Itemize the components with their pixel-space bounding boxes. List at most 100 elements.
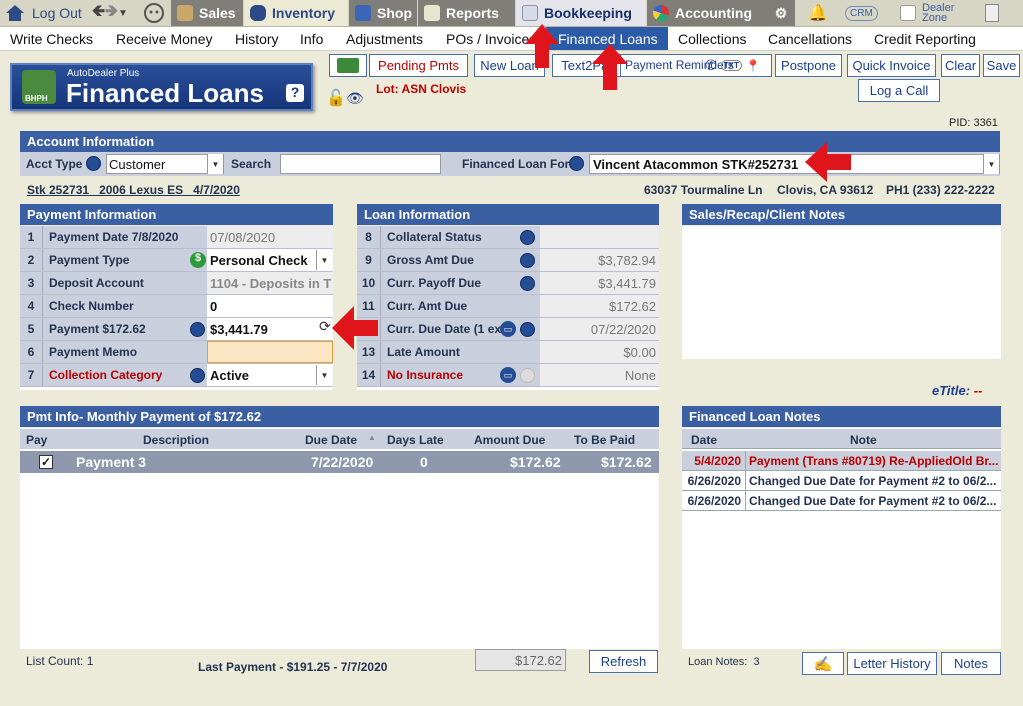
subnav-receive-money[interactable]: Receive Money — [116, 31, 213, 47]
pending-pmts-button[interactable]: Pending Pmts — [369, 54, 468, 77]
loan-notes-header: Financed Loan Notes — [682, 406, 1001, 427]
collateral-link-icon[interactable] — [520, 230, 535, 245]
print-icon[interactable]: ▭ — [500, 367, 516, 383]
payment-type-select[interactable]: Personal Check — [207, 249, 333, 271]
subnav-collections[interactable]: Collections — [678, 31, 746, 47]
collection-category-link-icon[interactable] — [190, 368, 205, 383]
nav-shop[interactable]: Shop — [349, 0, 417, 26]
payment-date-row: 1 Payment Date 7/8/2020 07/08/2020 — [20, 226, 333, 249]
calculator-icon[interactable] — [985, 0, 1005, 26]
print-icon[interactable]: ▭ — [500, 321, 516, 337]
postpone-button[interactable]: Postpone — [775, 54, 842, 77]
book-icon — [522, 5, 538, 21]
quick-invoice-button[interactable]: Quick Invoice — [847, 54, 936, 77]
subnav-history[interactable]: History — [235, 31, 279, 47]
pay-checkbox[interactable]: ✓ — [39, 455, 53, 469]
nav-accounting[interactable]: Accounting — [647, 0, 767, 26]
table-row[interactable]: ✓ Payment 3 7/22/2020 0 $172.62 $172.62 — [20, 451, 659, 473]
vehicle-link[interactable]: Stk 252731 2006 Lexus ES 4/7/2020 — [27, 183, 240, 197]
save-button[interactable]: Save — [983, 54, 1020, 77]
col-to-be-paid[interactable]: To Be Paid — [574, 433, 635, 447]
search-input[interactable] — [280, 154, 441, 174]
app-title-banner: BHPH AutoDealer Plus Financed Loans ? — [10, 63, 313, 111]
check-number-input[interactable]: 0 — [207, 295, 333, 317]
financed-loan-for-select[interactable]: Vincent Atacommon STK#252731 ▼ — [589, 154, 1000, 174]
signature-button[interactable]: ✍ — [802, 652, 844, 675]
subnav-adjustments[interactable]: Adjustments — [346, 31, 423, 47]
chevron-down-icon[interactable]: ▼ — [118, 8, 128, 19]
pid-label: PID: 3361 — [949, 117, 998, 129]
chevron-down-icon: ▼ — [316, 250, 332, 270]
deposit-account-field[interactable]: 1104 - Deposits in T — [207, 272, 333, 294]
table-row[interactable]: 6/26/2020 Changed Due Date for Payment #… — [682, 471, 1001, 491]
sales-person-icon — [177, 5, 193, 21]
payment-amount-input[interactable]: $3,441.79 — [207, 318, 333, 340]
chevron-down-icon: ▼ — [983, 154, 999, 174]
payment-amount-link-icon[interactable] — [190, 322, 205, 337]
logout-button[interactable]: Log Out — [4, 0, 88, 26]
folder-button[interactable] — [329, 54, 367, 77]
address-label: 63037 Tourmaline Ln — [644, 183, 763, 197]
forward-arrow-icon[interactable]: 🡺 — [105, 0, 118, 27]
financed-loan-for-link-icon[interactable] — [569, 156, 584, 171]
subnav-write-checks[interactable]: Write Checks — [10, 31, 93, 47]
nav-reports[interactable]: Reports — [418, 0, 515, 26]
sales-notes-header: Sales/Recap/Client Notes — [682, 204, 1001, 225]
clear-button[interactable]: Clear — [941, 54, 980, 77]
nav-sales[interactable]: Sales — [171, 0, 243, 26]
log-call-button[interactable]: Log a Call — [858, 79, 940, 102]
col-due-date[interactable]: Due Date — [305, 433, 357, 447]
history-nav-arrows[interactable]: 🡸 🡺 ▼ — [92, 0, 138, 26]
nav-inventory[interactable]: Inventory — [244, 0, 348, 26]
pie-chart-icon — [653, 5, 669, 21]
col-description[interactable]: Description — [143, 433, 209, 447]
subnav-cancellations[interactable]: Cancellations — [768, 31, 852, 47]
subnav-pos-invoices[interactable]: POs / Invoices — [446, 31, 536, 47]
refresh-icon[interactable]: ⟳ — [319, 318, 331, 335]
etitle-label: eTitle: -- — [932, 383, 983, 398]
sales-notes-area[interactable] — [682, 226, 1001, 359]
unlock-icon[interactable]: 🔓 — [326, 88, 346, 108]
acct-type-select[interactable]: Customer ▼ — [106, 154, 224, 174]
payment-reminders-button[interactable]: Payment Reminders ✆ TXT 📍 — [620, 54, 772, 77]
col-pay[interactable]: Pay — [26, 433, 47, 447]
table-row[interactable]: 5/4/2020 Payment (Trans #80719) Re-Appli… — [682, 451, 1001, 471]
due-date-link-icon[interactable] — [520, 322, 535, 337]
curr-amt-row: 11 Curr. Amt Due $172.62 — [357, 295, 659, 318]
gear-icon[interactable]: ⚙ — [767, 0, 795, 26]
subnav-info[interactable]: Info — [300, 31, 323, 47]
loan-notes-table-header: Date Note — [682, 429, 1001, 449]
col-date[interactable]: Date — [691, 433, 717, 447]
nav-bookkeeping[interactable]: Bookkeeping — [516, 0, 646, 26]
loan-notes-count: Loan Notes: 3 — [688, 656, 760, 668]
payment-date-field[interactable]: 07/08/2020 — [207, 226, 333, 248]
payoff-link-icon[interactable] — [520, 276, 535, 291]
table-row[interactable]: 6/26/2020 Changed Due Date for Payment #… — [682, 491, 1001, 511]
help-icon[interactable]: ? — [286, 84, 304, 102]
refresh-button[interactable]: Refresh — [589, 650, 658, 673]
notes-button[interactable]: Notes — [941, 652, 1001, 675]
folder-icon — [337, 58, 359, 73]
payment-information-header: Payment Information — [20, 204, 333, 225]
col-note[interactable]: Note — [850, 433, 877, 447]
payment-type-row: 2 Payment Type $ Personal Check ▼ — [20, 249, 333, 272]
bell-icon[interactable]: 🔔 — [808, 0, 832, 26]
col-amount-due[interactable]: Amount Due — [474, 433, 545, 447]
payment-memo-input[interactable] — [207, 341, 333, 363]
acct-type-link-icon[interactable] — [86, 156, 101, 171]
phone-icon: ✆ — [705, 57, 717, 73]
phone-label: PH1 (233) 222-2222 — [886, 183, 995, 197]
collection-category-select[interactable]: Active — [207, 364, 333, 386]
gross-amt-link-icon[interactable] — [520, 253, 535, 268]
dollar-icon[interactable]: $ — [190, 252, 206, 268]
subnav-credit-reporting[interactable]: Credit Reporting — [874, 31, 976, 47]
back-arrow-icon[interactable]: 🡸 — [92, 0, 105, 27]
sub-navigation: Write Checks Receive Money History Info … — [0, 27, 1023, 51]
letter-history-button[interactable]: Letter History — [847, 652, 937, 675]
user-face-icon[interactable] — [143, 0, 169, 26]
col-days-late[interactable]: Days Late — [387, 433, 444, 447]
dealer-zone-button[interactable]: Dealer Zone — [900, 0, 970, 26]
insurance-row: 14 No Insurance ▭ None — [357, 364, 659, 387]
eye-icon[interactable]: 👁 — [346, 90, 364, 107]
crm-button[interactable]: CRM — [845, 0, 885, 26]
